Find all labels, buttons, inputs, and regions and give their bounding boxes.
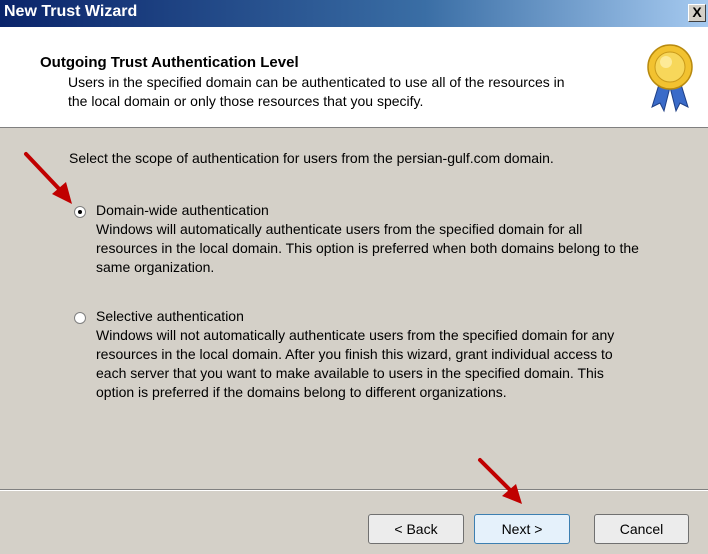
description-line: each server that you want to make availa… [96, 365, 604, 381]
description-line: same organization. [96, 259, 215, 275]
option-label[interactable]: Domain-wide authentication [96, 202, 269, 218]
cancel-button[interactable]: Cancel [594, 514, 689, 544]
title-bar[interactable]: New Trust Wizard X [0, 0, 708, 27]
wizard-header: Outgoing Trust Authentication Level User… [0, 27, 708, 128]
footer-divider [0, 489, 708, 491]
wizard-body: Select the scope of authentication for u… [0, 128, 708, 489]
subtitle-line: the local domain or only those resources… [68, 93, 424, 109]
close-button[interactable]: X [688, 4, 706, 22]
option-description: Windows will automatically authenticate … [96, 220, 696, 277]
medal-icon [647, 44, 693, 113]
description-line: resources in the local domain. After you… [96, 346, 613, 362]
wizard-window: New Trust Wizard X Outgoing Trust Authen… [0, 0, 708, 554]
page-title: Outgoing Trust Authentication Level [40, 54, 299, 71]
red-arrow-icon [24, 152, 72, 204]
scope-prompt: Select the scope of authentication for u… [69, 150, 554, 166]
option-description: Windows will not automatically authentic… [96, 326, 696, 402]
description-line: option is preferred if the domains belon… [96, 384, 507, 400]
description-line: Windows will not automatically authentic… [96, 327, 615, 343]
back-button[interactable]: < Back [368, 514, 464, 544]
description-line: resources in the local domain. This opti… [96, 240, 639, 256]
option-label[interactable]: Selective authentication [96, 308, 244, 324]
page-subtitle: Users in the specified domain can be aut… [68, 73, 628, 111]
subtitle-line: Users in the specified domain can be aut… [68, 74, 565, 90]
red-arrow-icon [478, 458, 522, 504]
next-button[interactable]: Next > [474, 514, 570, 544]
radio-selective[interactable] [74, 312, 86, 324]
description-line: Windows will automatically authenticate … [96, 221, 583, 237]
window-title: New Trust Wizard [4, 3, 138, 20]
